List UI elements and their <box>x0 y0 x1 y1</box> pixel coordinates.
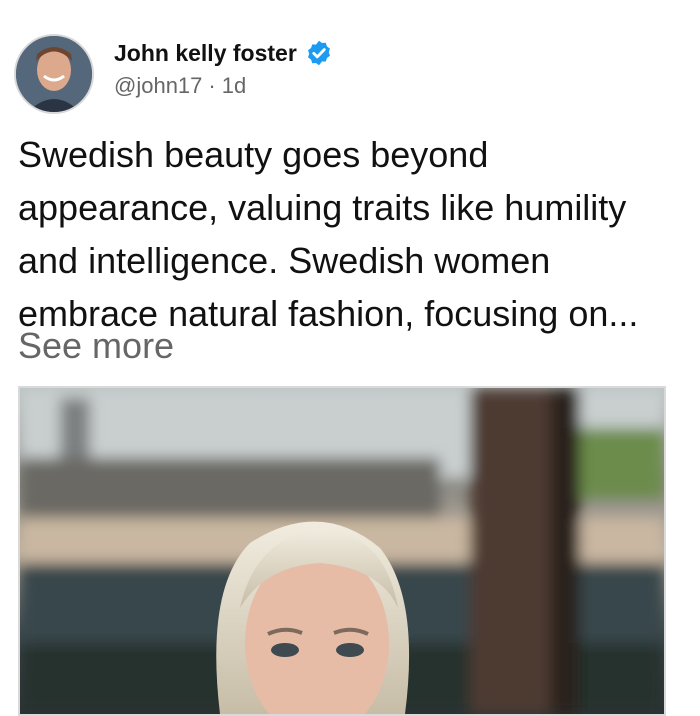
see-more-link[interactable]: See more <box>18 325 174 367</box>
post-text-line: Swedish beauty goes beyond <box>18 134 489 175</box>
author-name[interactable]: John kelly foster <box>114 40 297 67</box>
separator-dot: · <box>208 73 216 98</box>
avatar-image <box>16 36 92 112</box>
verified-badge-icon <box>307 40 330 66</box>
name-row: John kelly foster <box>114 39 333 67</box>
post-text-line: and intelligence. Swedish women <box>18 240 551 281</box>
avatar[interactable] <box>14 34 94 114</box>
post-text: Swedish beauty goes beyond appearance, v… <box>18 128 688 340</box>
post-image[interactable] <box>18 386 666 716</box>
author-handle[interactable]: @john17 <box>114 73 202 98</box>
post-header: John kelly foster @john17 · 1d <box>14 34 333 114</box>
author-meta: John kelly foster @john17 · 1d <box>114 39 333 99</box>
author-subline: @john17 · 1d <box>114 73 333 99</box>
post-text-line: appearance, valuing traits like humility <box>18 187 627 228</box>
post-time[interactable]: 1d <box>222 73 246 98</box>
post-image-woman <box>20 388 664 714</box>
